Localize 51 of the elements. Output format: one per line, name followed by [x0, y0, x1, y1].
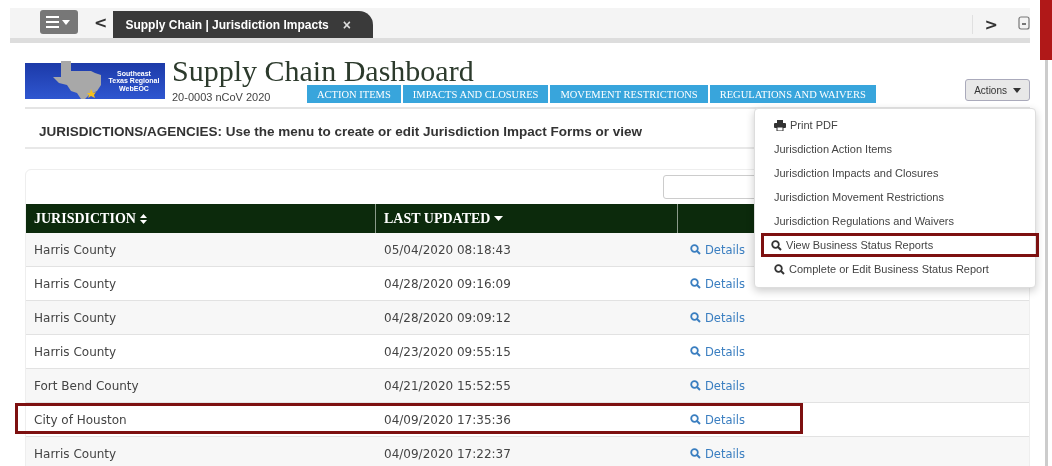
details-link[interactable]: Details: [690, 412, 745, 427]
table-cell-text: Harris County: [33, 343, 118, 361]
sort-icon: [139, 213, 147, 224]
side-bar: [1040, 0, 1052, 60]
table-cell-text: 05/04/2020 08:18:43: [383, 241, 512, 259]
tab[interactable]: Supply Chain | Jurisdiction Impacts ×: [113, 11, 373, 38]
incident-label: 20-0003 nCoV 2020: [172, 91, 272, 103]
menu-item[interactable]: Jurisdiction Regulations and Waivers: [755, 209, 1035, 233]
search-icon: [771, 239, 782, 251]
table-cell-text: Harris County: [33, 275, 118, 293]
table-cell-text: Harris County: [33, 309, 118, 327]
window-icon[interactable]: [1018, 16, 1030, 30]
table-cell-text: City of Houston: [33, 411, 128, 429]
printer-icon: [774, 119, 786, 131]
details-link[interactable]: Details: [690, 310, 745, 325]
search-icon: [690, 414, 701, 425]
menu-icon: [46, 15, 72, 29]
details-link[interactable]: Details: [690, 344, 745, 359]
menu-item[interactable]: View Business Status Reports: [761, 233, 1039, 257]
back-button[interactable]: <: [88, 13, 114, 32]
details-link[interactable]: Details: [690, 242, 745, 257]
close-button[interactable]: ×: [342, 16, 351, 33]
menu-button[interactable]: [40, 10, 78, 34]
table-cell-text: 04/09/2020 17:22:37: [383, 445, 512, 463]
caret-icon: [1013, 87, 1021, 93]
table-cell-text: Fort Bend County: [33, 377, 140, 395]
details-link[interactable]: Details: [690, 276, 745, 291]
table-cell-text: 04/21/2020 15:52:55: [383, 377, 512, 395]
menu-item[interactable]: Complete or Edit Business Status Report: [755, 257, 1035, 281]
details-link[interactable]: Details: [690, 378, 745, 393]
details-link[interactable]: Details: [690, 446, 745, 461]
menu-item[interactable]: Jurisdiction Movement Restrictions: [755, 185, 1035, 209]
search-icon: [690, 346, 701, 357]
search-icon: [690, 312, 701, 323]
table-cell-text: 04/28/2020 09:16:09: [383, 275, 512, 293]
sort-down-icon: [494, 216, 504, 221]
search-icon: [690, 278, 701, 289]
table-cell-text: 04/23/2020 09:55:15: [383, 343, 512, 361]
forward-button[interactable]: >: [971, 15, 1010, 34]
menu-item[interactable]: Jurisdiction Impacts and Closures: [755, 161, 1035, 185]
table-cell-text: Harris County: [33, 241, 118, 259]
search-icon: [690, 448, 701, 459]
tab-title: Supply Chain | Jurisdiction Impacts: [125, 17, 329, 32]
page-title: Supply Chain Dashboard: [172, 57, 475, 85]
actions-button[interactable]: Actions: [965, 79, 1030, 101]
search-icon: [774, 263, 785, 275]
search-icon: [690, 380, 701, 391]
search-icon: [690, 244, 701, 255]
table-cell-text: 04/09/2020 17:35:36: [383, 411, 512, 429]
table-cell-text: Harris County: [33, 445, 118, 463]
table-cell-text: 04/28/2020 09:09:12: [383, 309, 512, 327]
